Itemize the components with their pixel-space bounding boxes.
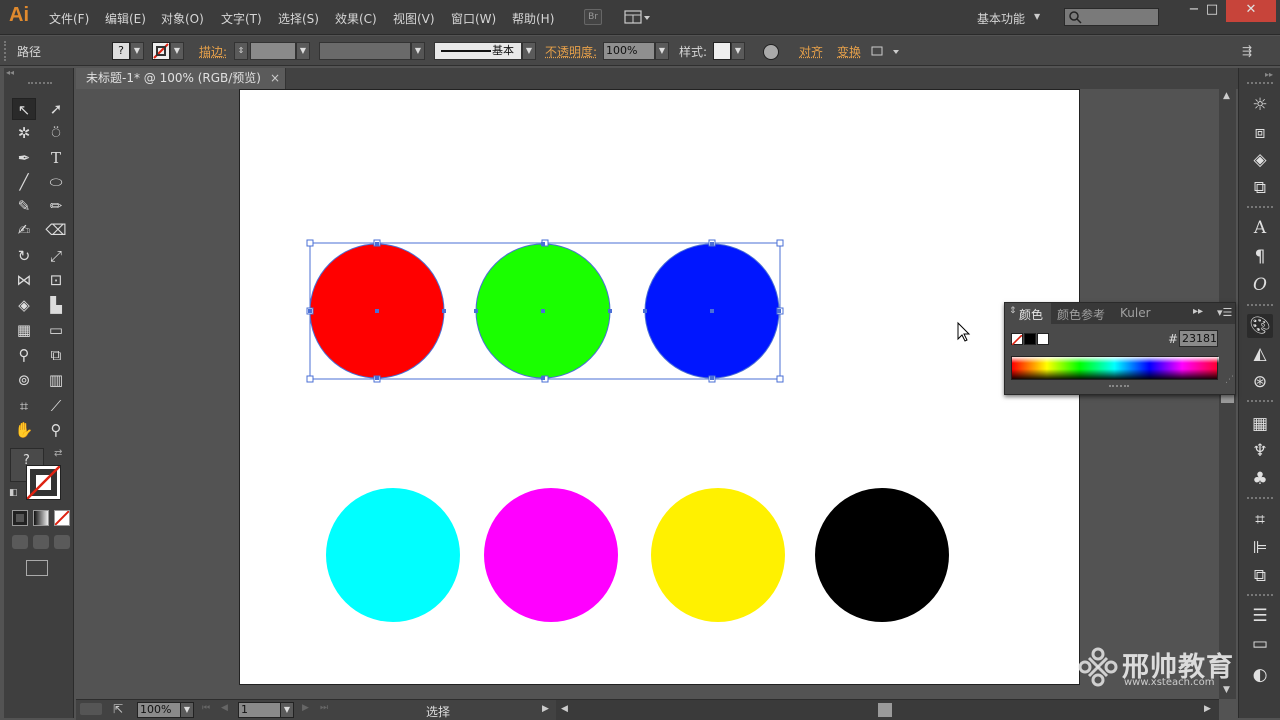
appearance-panel-icon[interactable]: ☼ — [1247, 93, 1273, 117]
watermark-url: www.xsteach.com — [1124, 677, 1215, 688]
previous-artboard-icon[interactable]: ◀ — [221, 703, 228, 713]
black-circle[interactable] — [815, 488, 949, 622]
selection-handle[interactable] — [776, 239, 784, 247]
panel-dock: ▸▸ ☼ ⧈ ◈ ⧉ A ¶ O 🎨︎ ◭ ⊛ ▦ ♆ ♣ ⌗ ⊫ ⧉ ☰ ▭ … — [1238, 68, 1280, 718]
hex-input[interactable]: 231815 — [1179, 330, 1218, 347]
spectrum-highlight — [1012, 357, 1219, 363]
anchor-point — [608, 309, 612, 313]
artboards-panel-icon[interactable]: ⧉ — [1247, 176, 1273, 200]
paragraph-panel-icon[interactable]: ¶ — [1247, 245, 1273, 269]
tab-color[interactable]: ⇕ 颜色 — [1005, 303, 1051, 324]
anchor-point — [375, 242, 379, 246]
color-panel: ⇕ 颜色 颜色参考 Kuler ▸▸ ▾☰ # 231815 ⋰ — [1004, 302, 1236, 395]
none-icon — [1011, 334, 1023, 346]
export-panel-icon[interactable]: ⧈ — [1247, 121, 1273, 145]
first-artboard-icon[interactable]: ⏮ — [202, 703, 210, 713]
selection-handle[interactable] — [306, 239, 314, 247]
selection-handle[interactable] — [776, 375, 784, 383]
status-menu-icon[interactable]: ▶ — [542, 704, 549, 714]
anchor-point — [375, 309, 379, 313]
selection-handle[interactable] — [306, 375, 314, 383]
transform-panel-icon[interactable]: ⌗ — [1247, 508, 1273, 532]
anchor-point — [308, 309, 312, 313]
resize-gripper-icon[interactable] — [1109, 385, 1129, 389]
tab-color-guide[interactable]: 颜色参考 — [1057, 306, 1105, 323]
watermark-logo-icon — [1078, 647, 1118, 687]
anchor-point — [375, 376, 379, 380]
gripper-icon — [1247, 594, 1273, 598]
mouse-cursor-icon — [957, 321, 971, 342]
gripper-icon — [1247, 304, 1273, 308]
current-tool-status: 选择 — [426, 705, 451, 719]
brushes-panel-icon[interactable]: ♆ — [1247, 439, 1273, 463]
anchor-point — [777, 309, 781, 313]
symbols-panel-icon[interactable]: ♣ — [1247, 467, 1273, 491]
white-swatch[interactable] — [1037, 333, 1049, 345]
color-panel-icon[interactable]: 🎨︎ — [1247, 314, 1273, 338]
none-swatch[interactable] — [1011, 333, 1023, 346]
artboard-dropdown[interactable]: ▼ — [280, 702, 294, 718]
gripper-icon — [1247, 82, 1273, 86]
magenta-circle[interactable] — [484, 488, 618, 622]
gripper-icon — [1247, 400, 1273, 404]
dock-expand-icon[interactable]: ▸▸ — [1265, 70, 1273, 79]
last-artboard-icon[interactable]: ⏭ — [320, 703, 328, 713]
cyan-circle[interactable] — [326, 488, 460, 622]
pathfinder-panel-icon[interactable]: ⧉ — [1247, 564, 1273, 588]
anchor-point — [643, 309, 647, 313]
anchor-point — [442, 309, 446, 313]
status-options-icon[interactable] — [80, 703, 102, 715]
horizontal-scrollbar[interactable]: ◀ ▶ — [556, 700, 1219, 720]
character-panel-icon[interactable]: A — [1247, 216, 1273, 240]
next-artboard-icon[interactable]: ▶ — [302, 703, 309, 713]
layers-panel-icon[interactable]: ◈ — [1247, 148, 1273, 172]
transparency-panel-icon[interactable]: ◐ — [1247, 663, 1273, 687]
zoom-dropdown[interactable]: ▼ — [180, 702, 194, 718]
anchor-point — [541, 242, 545, 246]
color-guide-panel-icon[interactable]: ◭ — [1247, 342, 1273, 366]
opentype-panel-icon[interactable]: O — [1247, 273, 1273, 297]
scroll-left-icon[interactable]: ◀ — [561, 704, 568, 714]
anchor-point — [710, 309, 714, 313]
zoom-field[interactable]: 100% — [137, 702, 181, 718]
watermark: 邢帅教育 www.xsteach.com — [1076, 643, 1246, 693]
anchor-point — [474, 309, 478, 313]
color-spectrum[interactable] — [1011, 356, 1219, 380]
status-bar: ⇱ 100% ▼ ⏮ ◀ 1 ▼ ▶ ⏭ 选择 ▶ ◀ ▶ — [76, 699, 1219, 720]
share-icon[interactable]: ⇱ — [113, 702, 123, 716]
color-panel-tabs: ⇕ 颜色 颜色参考 Kuler ▸▸ ▾☰ — [1005, 303, 1235, 324]
panel-menu-icon[interactable]: ▾☰ — [1217, 306, 1232, 319]
collapse-panel-icon[interactable]: ▸▸ — [1193, 306, 1203, 317]
kuler-panel-icon[interactable]: ⊛ — [1247, 370, 1273, 394]
anchor-point — [541, 376, 545, 380]
anchor-point — [541, 309, 545, 313]
anchor-point — [710, 376, 714, 380]
align-panel-icon[interactable]: ⊫ — [1247, 536, 1273, 560]
stroke-panel-icon[interactable]: ☰ — [1247, 604, 1273, 628]
panel-resize-icon[interactable]: ⋰ — [1225, 375, 1234, 385]
gradient-panel-icon[interactable]: ▭ — [1247, 632, 1273, 656]
scroll-right-icon[interactable]: ▶ — [1204, 704, 1211, 714]
tab-color-label: 颜色 — [1019, 308, 1044, 322]
horizontal-scroll-thumb[interactable] — [878, 703, 892, 717]
gripper-icon — [1247, 497, 1273, 501]
yellow-circle[interactable] — [651, 488, 785, 622]
gripper-icon — [1247, 206, 1273, 210]
artboard-number-field[interactable]: 1 — [238, 702, 282, 718]
black-swatch[interactable] — [1024, 333, 1036, 345]
scroll-up-icon[interactable]: ▲ — [1223, 91, 1230, 101]
tab-arrows-icon: ⇕ — [1009, 306, 1017, 316]
swatches-panel-icon[interactable]: ▦ — [1247, 412, 1273, 436]
hex-label: # — [1168, 332, 1179, 346]
anchor-point — [710, 242, 714, 246]
tab-kuler[interactable]: Kuler — [1120, 306, 1151, 320]
